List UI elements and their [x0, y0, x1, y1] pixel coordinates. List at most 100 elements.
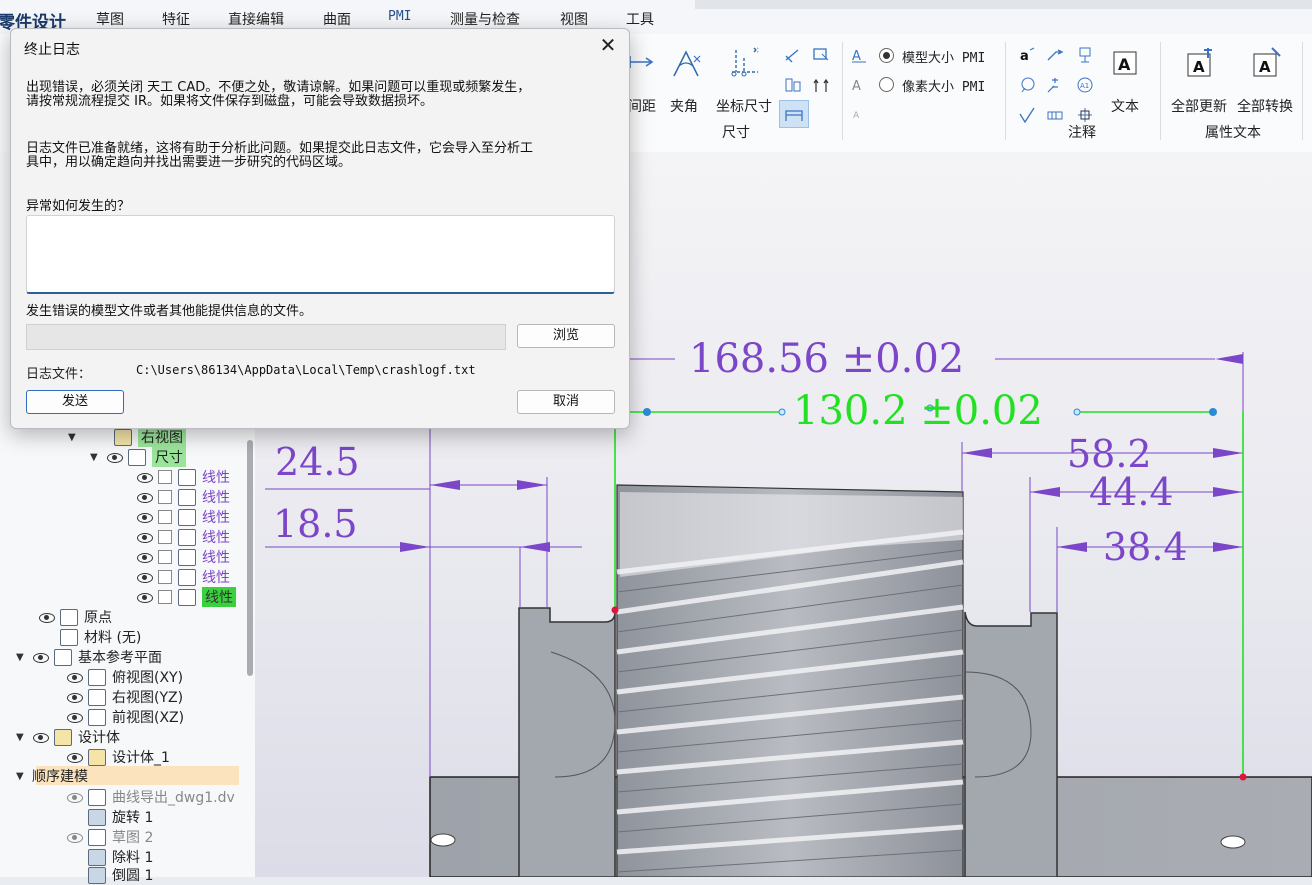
dim-tool-icon-1[interactable]: [784, 46, 802, 64]
menu-measure[interactable]: 测量与检查: [450, 9, 520, 29]
pixel-pmi-label[interactable]: 像素大小 PMI: [902, 76, 985, 95]
checkbox[interactable]: [158, 590, 172, 604]
visibility-eye-icon[interactable]: [136, 592, 154, 603]
send-button[interactable]: 发送: [26, 390, 124, 414]
menu-sketch[interactable]: 草图: [96, 9, 124, 29]
menu-direct-edit[interactable]: 直接编辑: [228, 9, 284, 29]
collapse-arrow-icon[interactable]: ▼: [90, 452, 102, 463]
tree-node-linear[interactable]: 线性: [136, 487, 230, 507]
visibility-eye-icon[interactable]: [66, 692, 84, 703]
tree-scrollbar[interactable]: [247, 440, 253, 676]
visibility-eye-icon[interactable]: [32, 732, 50, 743]
checkbox[interactable]: [158, 550, 172, 564]
dim-value-24[interactable]: 24.5: [275, 440, 360, 484]
tree-node-sequential[interactable]: ▼ 顺序建模: [16, 766, 88, 786]
note-icon[interactable]: a: [1018, 46, 1036, 64]
visibility-eye-icon[interactable]: [136, 492, 154, 503]
tree-node-curve-export[interactable]: 曲线导出_dwg1.dv: [66, 787, 235, 807]
attach-file-field[interactable]: [26, 324, 506, 350]
coordinate-dim-icon[interactable]: [728, 44, 764, 80]
dim-value-130[interactable]: 130.2 ±0.02: [793, 388, 1043, 434]
visibility-eye-icon[interactable]: [136, 532, 154, 543]
dim-value-38[interactable]: 38.4: [1103, 525, 1188, 569]
checkbox[interactable]: [158, 470, 172, 484]
menu-view[interactable]: 视图: [560, 9, 588, 29]
convert-all-icon[interactable]: A: [1250, 46, 1284, 80]
frame-icon[interactable]: [1046, 106, 1064, 124]
surface-finish-icon[interactable]: A1: [1076, 76, 1094, 94]
weld-icon[interactable]: [1018, 106, 1036, 124]
menu-surface[interactable]: 曲面: [323, 9, 351, 29]
model-pmi-radio[interactable]: [879, 48, 894, 63]
collapse-arrow-icon[interactable]: ▼: [16, 771, 28, 782]
visibility-eye-icon[interactable]: [136, 552, 154, 563]
tree-node-revolve[interactable]: 旋转 1: [88, 807, 153, 827]
tree-node-top-plane[interactable]: 俯视图(XY): [66, 667, 183, 687]
dim-value-168[interactable]: 168.56 ±0.02: [689, 336, 964, 382]
tree-node-linear[interactable]: 线性: [136, 547, 230, 567]
convert-all-label[interactable]: 全部转换: [1237, 96, 1293, 116]
update-all-icon[interactable]: A: [1184, 46, 1218, 80]
hidden-eye-icon[interactable]: [66, 832, 84, 843]
balloon-icon[interactable]: [1018, 76, 1036, 94]
tree-node-origin[interactable]: 原点: [38, 607, 112, 627]
distance-dim-icon[interactable]: [628, 48, 654, 76]
collapse-arrow-icon[interactable]: ▼: [16, 652, 28, 663]
collapse-arrow-icon[interactable]: ▼: [68, 432, 80, 443]
angle-dim-icon[interactable]: [670, 46, 702, 80]
visibility-eye-icon[interactable]: [32, 652, 50, 663]
checkbox[interactable]: [158, 510, 172, 524]
dim-value-18[interactable]: 18.5: [273, 502, 358, 546]
visibility-eye-icon[interactable]: [66, 752, 84, 763]
browse-button[interactable]: 浏览: [517, 324, 615, 348]
datum-icon[interactable]: [1076, 46, 1094, 64]
hidden-eye-icon[interactable]: [66, 792, 84, 803]
visibility-eye-icon[interactable]: [136, 512, 154, 523]
collapse-arrow-icon[interactable]: ▼: [16, 732, 28, 743]
visibility-eye-icon[interactable]: [66, 712, 84, 723]
tolerance-icon[interactable]: [1046, 76, 1064, 94]
tree-node-dimension[interactable]: ▼ 尺寸: [90, 447, 186, 467]
tree-node-right-view[interactable]: ▼ 右视图: [68, 427, 186, 447]
close-icon[interactable]: ✕: [597, 35, 619, 57]
text-size-a-icon[interactable]: A: [850, 46, 868, 64]
tree-node-design-body[interactable]: ▼ 设计体: [16, 727, 120, 747]
angle-dim-label[interactable]: 夹角: [670, 96, 698, 116]
model-pmi-label[interactable]: 模型大小 PMI: [902, 47, 985, 66]
update-all-label[interactable]: 全部更新: [1171, 96, 1227, 116]
tree-node-sketch2[interactable]: 草图 2: [66, 827, 153, 847]
visibility-eye-icon[interactable]: [106, 452, 124, 463]
visibility-eye-icon[interactable]: [136, 472, 154, 483]
tree-node-linear[interactable]: 线性: [136, 467, 230, 487]
text-tool-icon[interactable]: A: [1112, 50, 1140, 78]
pixel-pmi-radio[interactable]: [879, 77, 894, 92]
dim-tool-icon-4[interactable]: [812, 76, 830, 94]
tree-node-base-planes[interactable]: ▼ 基本参考平面: [16, 647, 162, 667]
checkbox[interactable]: [158, 570, 172, 584]
menu-pmi[interactable]: PMI: [388, 9, 411, 24]
tree-node-front-plane[interactable]: 前视图(XZ): [66, 707, 184, 727]
how-occurred-input[interactable]: [26, 215, 615, 294]
dim-value-44[interactable]: 44.4: [1089, 470, 1174, 514]
tree-node-linear[interactable]: 线性: [136, 527, 230, 547]
tree-node-linear-selected[interactable]: 线性: [136, 587, 236, 607]
tree-node-linear[interactable]: 线性: [136, 507, 230, 527]
tree-node-right-plane[interactable]: 右视图(YZ): [66, 687, 183, 707]
tree-node-material[interactable]: 材料 (无): [60, 627, 141, 647]
menu-feature[interactable]: 特征: [162, 9, 190, 29]
visibility-eye-icon[interactable]: [38, 612, 56, 623]
checkbox[interactable]: [158, 530, 172, 544]
tree-node-cut[interactable]: 除料 1: [88, 847, 153, 867]
tree-node-chamfer[interactable]: 倒圆 1: [88, 865, 153, 885]
menu-tools[interactable]: 工具: [626, 9, 654, 29]
dim-tool-icon-3[interactable]: [784, 76, 802, 94]
text-tool-label[interactable]: 文本: [1111, 96, 1139, 116]
checkbox[interactable]: [158, 490, 172, 504]
tree-node-linear[interactable]: 线性: [136, 567, 230, 587]
visibility-eye-icon[interactable]: [66, 672, 84, 683]
tree-node-design-body-1[interactable]: 设计体_1: [66, 747, 170, 767]
coordinate-dim-label[interactable]: 坐标尺寸: [716, 96, 772, 116]
dim-tool-selected[interactable]: [779, 100, 809, 128]
cancel-button[interactable]: 取消: [517, 390, 615, 414]
text-size-up-icon[interactable]: A: [850, 76, 868, 94]
